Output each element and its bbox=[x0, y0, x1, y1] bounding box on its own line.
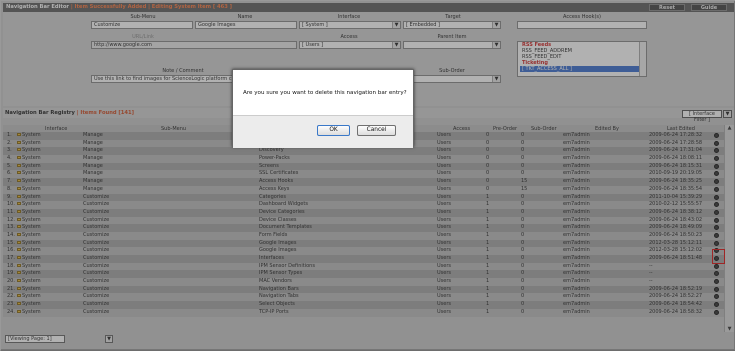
cancel-button[interactable]: Cancel bbox=[357, 125, 396, 136]
dialog-footer: OK Cancel bbox=[233, 115, 413, 148]
dialog-message: Are you sure you want to delete this nav… bbox=[243, 90, 407, 96]
app-window: Navigation Bar Editor | Item Successfull… bbox=[0, 0, 735, 351]
ok-button[interactable]: OK bbox=[317, 125, 350, 136]
modal-overlay bbox=[1, 1, 735, 351]
confirm-dialog: Are you sure you want to delete this nav… bbox=[232, 69, 414, 148]
